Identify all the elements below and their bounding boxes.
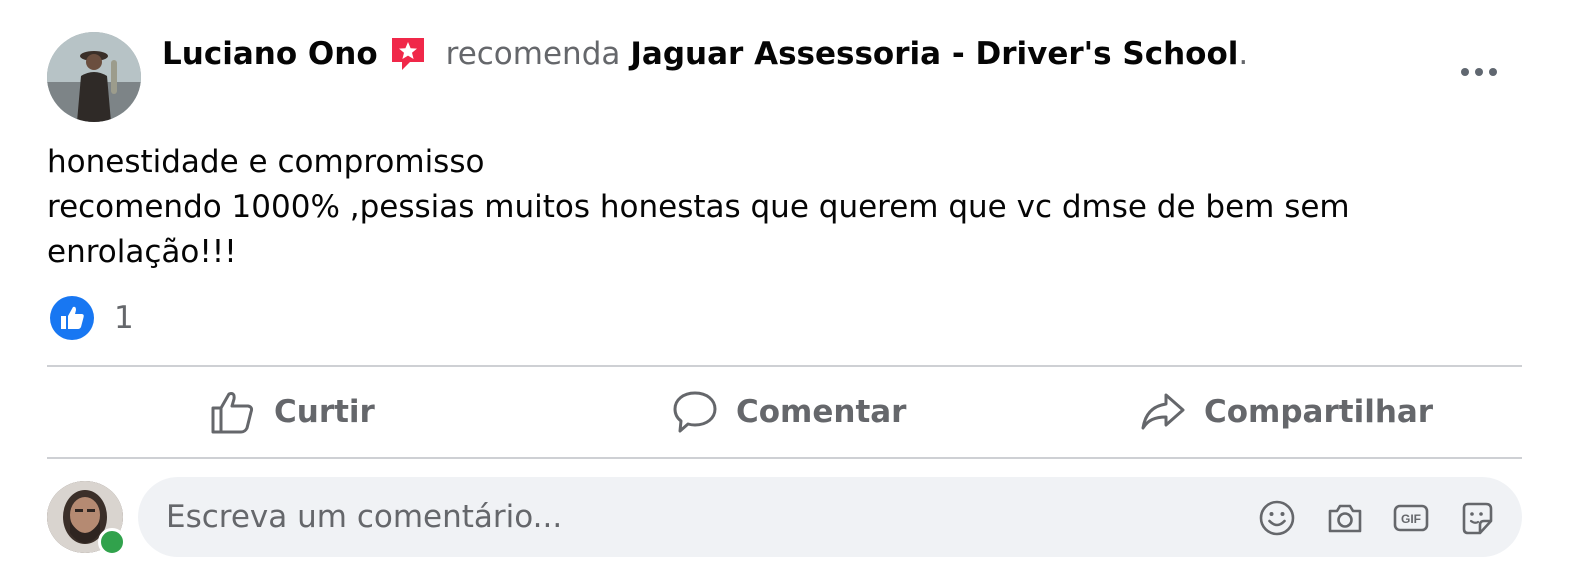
svg-text:GIF: GIF	[1401, 512, 1421, 526]
share-arrow-icon	[1141, 393, 1185, 430]
like-reaction-icon	[50, 296, 94, 340]
author-photo	[47, 32, 141, 122]
gif-icon[interactable]: GIF	[1392, 499, 1430, 537]
comment-input[interactable]	[166, 477, 1226, 557]
divider-bottom	[47, 457, 1522, 459]
review-post: Luciano Ono recomenda Jaguar Assessoria …	[0, 0, 1570, 580]
camera-icon[interactable]	[1326, 499, 1364, 537]
reaction-count: 1	[114, 300, 134, 336]
post-body: honestidade e compromisso recomendo 1000…	[47, 140, 1507, 275]
author-name[interactable]: Luciano Ono	[162, 36, 378, 72]
post-header: Luciano Ono recomenda Jaguar Assessoria …	[162, 30, 1248, 78]
comment-composer[interactable]: GIF	[138, 477, 1522, 557]
page-name-link[interactable]: Jaguar Assessoria - Driver's School	[630, 36, 1238, 72]
divider-top	[47, 365, 1522, 367]
recommend-icon	[388, 34, 428, 74]
reaction-summary[interactable]: 1	[50, 296, 134, 340]
like-button[interactable]: Curtir	[210, 382, 375, 442]
header-period: .	[1238, 36, 1249, 72]
comment-button[interactable]: Comentar	[672, 382, 906, 442]
post-body-line: recomendo 1000% ,pessias muitos honestas…	[47, 189, 1350, 270]
thumbs-up-icon	[211, 392, 254, 434]
recommend-verb: recomenda	[445, 36, 621, 72]
comment-button-label: Comentar	[736, 394, 907, 430]
online-status-dot	[98, 528, 126, 556]
author-avatar[interactable]	[47, 32, 141, 122]
comment-bubble-icon	[673, 391, 717, 433]
emoji-icon[interactable]	[1258, 499, 1296, 537]
post-body-line: honestidade e compromisso	[47, 144, 485, 180]
share-button-label: Compartilhar	[1204, 394, 1434, 430]
share-button[interactable]: Compartilhar	[1140, 382, 1433, 442]
more-options-icon[interactable]	[1452, 52, 1506, 92]
sticker-icon[interactable]	[1458, 499, 1496, 537]
like-button-label: Curtir	[274, 394, 375, 430]
